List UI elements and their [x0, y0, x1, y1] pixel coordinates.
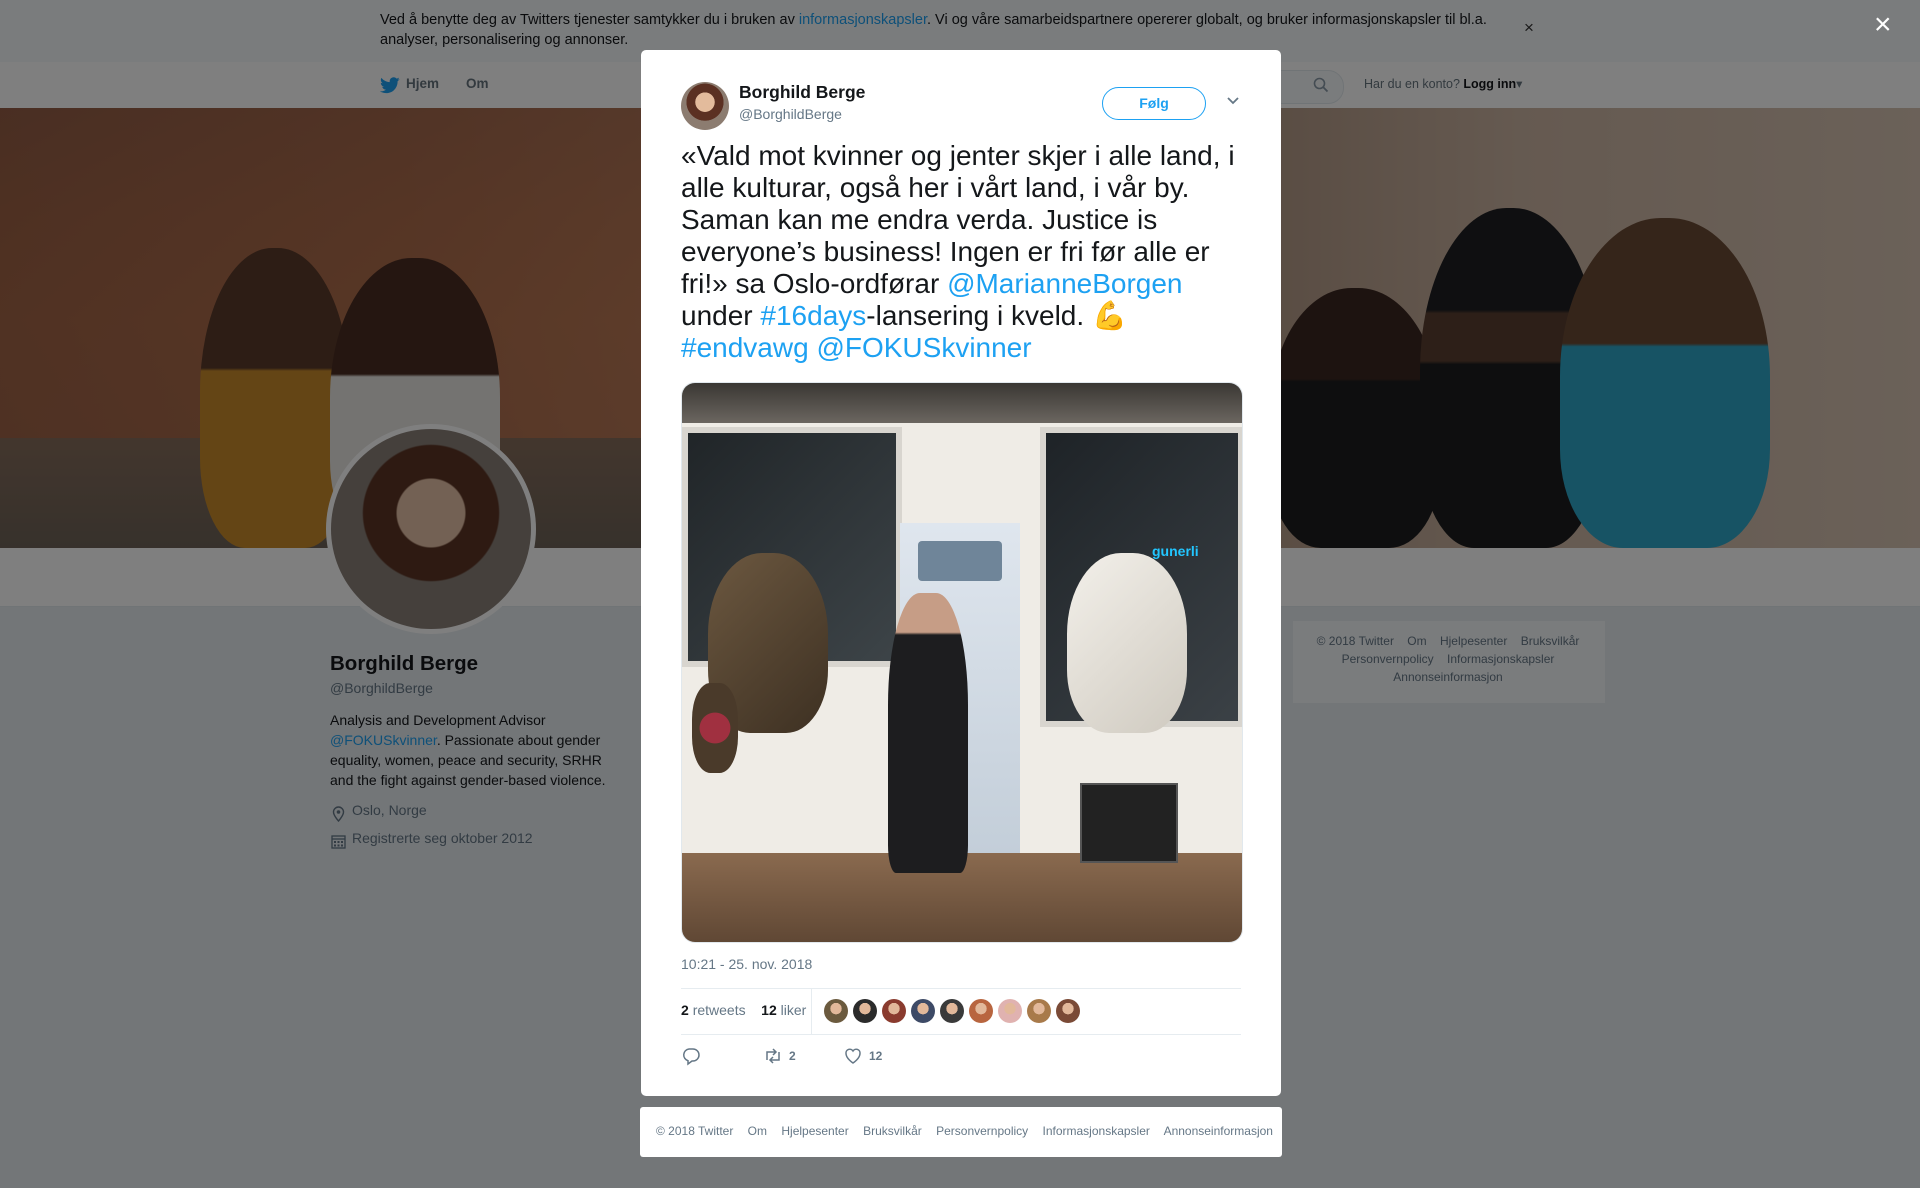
photo-buddha-statue — [1067, 553, 1187, 733]
liker-avatar[interactable] — [824, 999, 848, 1023]
hashtag-link[interactable]: #16days — [760, 300, 866, 331]
tweet-photo[interactable]: gunerli — [681, 382, 1243, 943]
retweets-count: 2 — [681, 1002, 689, 1018]
liker-avatar[interactable] — [940, 999, 964, 1023]
tweet-text-part: under — [681, 300, 761, 331]
retweets-stat[interactable]: 2 retweets — [681, 1002, 746, 1018]
tweet-text: «Vald mot kvinner og jenter skjer i alle… — [681, 140, 1245, 364]
retweets-label: retweets — [692, 1002, 746, 1018]
chevron-down-icon[interactable] — [1226, 96, 1240, 106]
tweet-timestamp[interactable]: 10:21 - 25. nov. 2018 — [681, 956, 812, 972]
heart-icon — [845, 1048, 861, 1064]
photo-speaker — [888, 593, 968, 873]
like-action-count: 12 — [869, 1049, 883, 1063]
retweet-button[interactable]: 2 — [763, 1046, 796, 1071]
tweet-stats: 2 retweets 12 liker — [681, 1002, 806, 1018]
retweet-icon — [766, 1048, 780, 1064]
hashtag-link[interactable]: #endvawg — [681, 332, 809, 363]
liker-avatar[interactable] — [911, 999, 935, 1023]
footer-link-ads[interactable]: Annonseinformasjon — [1164, 1124, 1273, 1138]
likes-stat[interactable]: 12 liker — [761, 1002, 806, 1018]
avatar[interactable] — [681, 82, 729, 130]
mention-link[interactable]: @MarianneBorgen — [947, 268, 1182, 299]
footer-link-help[interactable]: Hjelpesenter — [781, 1124, 848, 1138]
photo-amplifier — [1080, 783, 1178, 863]
photo-flowers — [692, 683, 738, 773]
likers-avatars — [824, 999, 1085, 1023]
footer-link-cookies[interactable]: Informasjonskapsler — [1043, 1124, 1150, 1138]
footer-link-terms[interactable]: Bruksvilkår — [863, 1124, 922, 1138]
flexed-biceps-emoji: 💪 — [1091, 300, 1127, 331]
liker-avatar[interactable] — [882, 999, 906, 1023]
reply-button[interactable] — [681, 1046, 701, 1071]
likes-label: liker — [780, 1002, 807, 1018]
reply-icon — [682, 1048, 700, 1066]
modal-footer-links: © 2018 Twitter Om Hjelpesenter Bruksvilk… — [656, 1124, 1284, 1138]
liker-avatar[interactable] — [1056, 999, 1080, 1023]
divider — [681, 988, 1241, 989]
photo-neon-sign: gunerli — [1152, 543, 1199, 559]
divider — [811, 988, 812, 1034]
tweet-author-handle[interactable]: @BorghildBerge — [739, 106, 842, 122]
retweet-action-count: 2 — [789, 1049, 796, 1063]
liker-avatar[interactable] — [1027, 999, 1051, 1023]
liker-avatar[interactable] — [969, 999, 993, 1023]
liker-avatar[interactable] — [853, 999, 877, 1023]
footer-link-privacy[interactable]: Personvernpolicy — [936, 1124, 1028, 1138]
footer-copyright: © 2018 Twitter — [656, 1124, 734, 1138]
mention-link[interactable]: @FOKUSkvinner — [816, 332, 1031, 363]
likes-count: 12 — [761, 1002, 777, 1018]
like-button[interactable]: 12 — [843, 1046, 882, 1071]
tweet-author-name[interactable]: Borghild Berge — [739, 82, 865, 103]
divider — [681, 1034, 1241, 1035]
footer-link-about[interactable]: Om — [748, 1124, 767, 1138]
close-icon[interactable]: × — [1874, 8, 1892, 42]
follow-button[interactable]: Følg — [1102, 87, 1206, 120]
tweet-text-part: -lansering i kveld. — [866, 300, 1092, 331]
liker-avatar[interactable] — [998, 999, 1022, 1023]
